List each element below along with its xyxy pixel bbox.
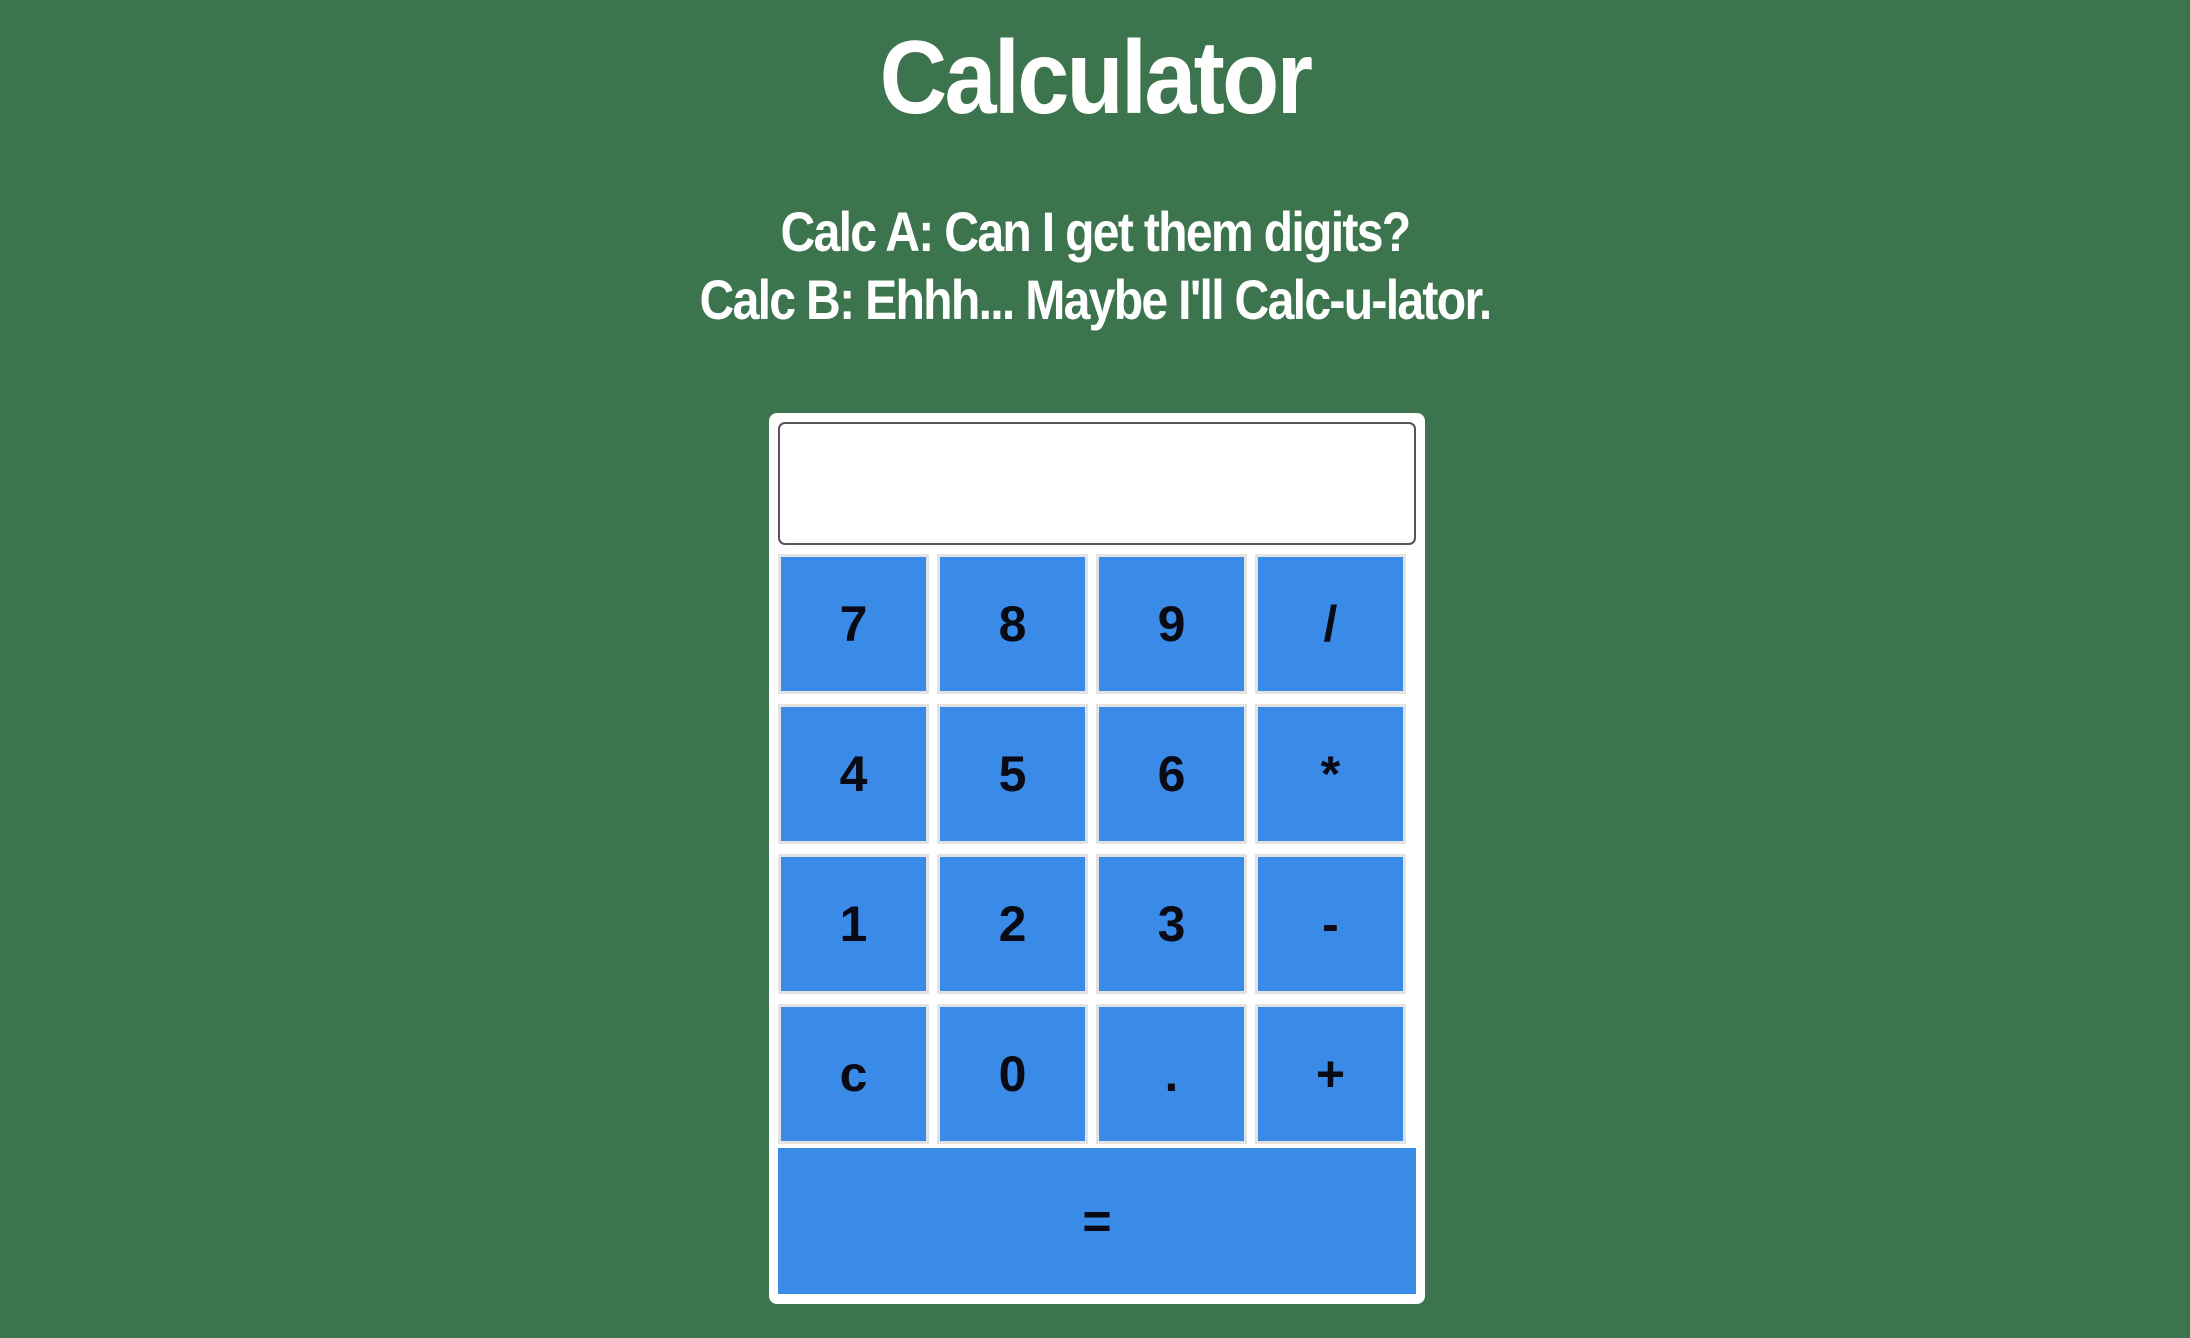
clear-button[interactable]: c — [778, 1004, 929, 1144]
key-3-button[interactable]: 3 — [1096, 854, 1247, 994]
keypad: 7 8 9 / 4 5 6 * 1 2 3 - c 0 . + = — [778, 554, 1416, 1294]
page-title: Calculator — [879, 20, 1313, 136]
multiply-button[interactable]: * — [1255, 704, 1406, 844]
calculator-display[interactable] — [778, 422, 1416, 545]
key-1-button[interactable]: 1 — [778, 854, 929, 994]
key-0-button[interactable]: 0 — [937, 1004, 1088, 1144]
key-9-button[interactable]: 9 — [1096, 554, 1247, 694]
key-8-button[interactable]: 8 — [937, 554, 1088, 694]
key-2-button[interactable]: 2 — [937, 854, 1088, 994]
add-button[interactable]: + — [1255, 1004, 1406, 1144]
key-5-button[interactable]: 5 — [937, 704, 1088, 844]
subtract-button[interactable]: - — [1255, 854, 1406, 994]
decimal-button[interactable]: . — [1096, 1004, 1247, 1144]
key-6-button[interactable]: 6 — [1096, 704, 1247, 844]
key-4-button[interactable]: 4 — [778, 704, 929, 844]
joke-line-b: Calc B: Ehhh... Maybe I'll Calc-u-lator. — [699, 268, 1493, 331]
divide-button[interactable]: / — [1255, 554, 1406, 694]
joke-line-a: Calc A: Can I get them digits? — [780, 200, 1412, 263]
equals-button[interactable]: = — [778, 1148, 1416, 1294]
key-7-button[interactable]: 7 — [778, 554, 929, 694]
calculator-panel: 7 8 9 / 4 5 6 * 1 2 3 - c 0 . + = — [769, 413, 1425, 1304]
